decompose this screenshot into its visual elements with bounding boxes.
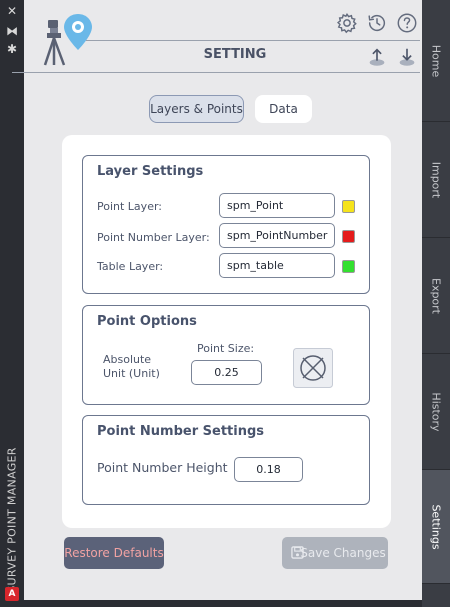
tab-settings[interactable]: Settings	[422, 470, 450, 584]
table-layer-input[interactable]: spm_table	[219, 253, 335, 278]
point-layer-color[interactable]	[342, 200, 355, 213]
point-size-input[interactable]: 0.25	[191, 360, 262, 385]
point-number-settings-title: Point Number Settings	[97, 424, 265, 439]
header-divider	[86, 40, 420, 41]
header-bottom-divider	[12, 72, 420, 73]
history-icon[interactable]	[366, 12, 388, 34]
tab-history-label: History	[429, 391, 443, 432]
panel-title: SURVEY POINT MANAGER	[5, 447, 19, 593]
restore-defaults-button[interactable]: Restore Defaults	[64, 537, 164, 569]
point-number-layer-input[interactable]: spm_PointNumber	[219, 223, 335, 248]
left-strip: ✕ ⧓ ✱ SURVEY POINT MANAGER A	[0, 0, 24, 607]
tab-import-label: Import	[429, 161, 443, 198]
tab-layers-points[interactable]: Layers & Points	[149, 95, 244, 123]
save-changes-label: Save Changes	[300, 546, 386, 560]
save-changes-button[interactable]: Save Changes	[282, 537, 388, 569]
right-tab-bar: Home Import Export History Settings	[422, 0, 450, 607]
close-icon[interactable]: ✕	[3, 4, 21, 18]
point-options-title: Point Options	[97, 314, 197, 329]
settings-icon[interactable]: ✱	[3, 42, 21, 56]
point-options-section: Point Options Absolute Unit (Unit) Point…	[82, 305, 370, 405]
point-layer-label: Point Layer:	[97, 200, 162, 213]
absolute-unit-label-line1: Absolute	[103, 353, 152, 366]
app-badge-icon: A	[5, 587, 19, 601]
layer-settings-title: Layer Settings	[97, 164, 204, 179]
tab-history[interactable]: History	[422, 354, 450, 470]
point-number-layer-label: Point Number Layer:	[97, 231, 210, 244]
tab-export-label: Export	[429, 277, 443, 314]
tab-import[interactable]: Import	[422, 122, 450, 238]
upload-icon[interactable]	[366, 46, 388, 68]
tab-home[interactable]: Home	[422, 0, 450, 122]
tab-data[interactable]: Data	[255, 95, 312, 123]
help-icon[interactable]	[396, 12, 418, 34]
point-layer-input[interactable]: spm_Point	[219, 193, 335, 218]
pin-icon[interactable]: ⧓	[3, 24, 21, 38]
tab-settings-label: Settings	[429, 503, 443, 550]
save-icon	[291, 546, 304, 559]
table-layer-color[interactable]	[342, 260, 355, 273]
point-number-layer-color[interactable]	[342, 230, 355, 243]
point-number-height-input[interactable]: 0.18	[234, 457, 303, 482]
layer-settings-section: Layer Settings Point Layer: spm_Point Po…	[82, 155, 370, 294]
point-number-settings-section: Point Number Settings Point Number Heigh…	[82, 415, 370, 505]
absolute-unit-label-line2: Unit (Unit)	[103, 367, 160, 380]
page-title: SETTING	[203, 47, 267, 62]
gear-icon[interactable]	[336, 12, 358, 34]
point-number-height-label: Point Number Height	[97, 460, 228, 475]
point-size-label: Point Size:	[197, 342, 255, 355]
table-layer-label: Table Layer:	[97, 260, 164, 273]
tab-export[interactable]: Export	[422, 238, 450, 354]
point-style-icon[interactable]	[293, 348, 333, 388]
download-icon[interactable]	[396, 46, 418, 68]
tab-home-label: Home	[429, 44, 443, 77]
